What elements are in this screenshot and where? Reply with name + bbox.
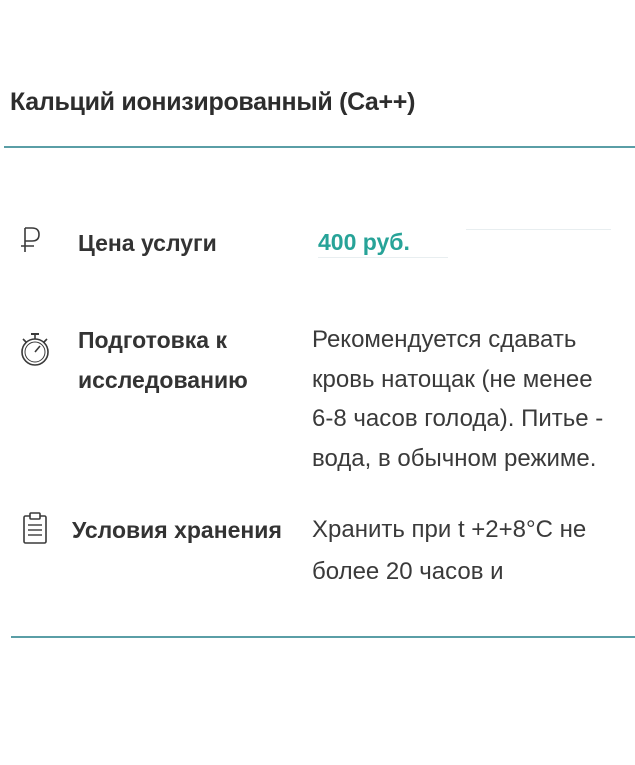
storage-value-line-2: более 20 часов и: [312, 558, 504, 585]
preparation-value-line-3: 6-8 часов голода). Питье -: [312, 405, 604, 432]
price-label: Цена услуги: [78, 230, 217, 256]
stopwatch-icon: [21, 333, 49, 366]
price-value: 400 руб.: [318, 229, 410, 255]
page-title: Кальций ионизированный (Ca++): [10, 88, 416, 116]
storage-label: Условия хранения: [72, 517, 282, 543]
preparation-label-line-1: Подготовка к: [78, 327, 227, 353]
preparation-value-line-2: кровь натощак (не менее: [312, 366, 593, 393]
price-decor-line: [466, 229, 611, 230]
top-divider: [4, 146, 635, 148]
bottom-divider: [11, 636, 635, 638]
storage-value-line-1: Хранить при t +2+8°С не: [312, 516, 587, 543]
price-underline: [318, 257, 448, 258]
clipboard-icon: [23, 512, 47, 544]
preparation-label-line-2: исследованию: [78, 367, 248, 393]
preparation-value-line-1: Рекомендуется сдавать: [312, 326, 577, 353]
ruble-icon: [21, 227, 40, 252]
preparation-value-line-4: вода, в обычном режиме.: [312, 445, 597, 472]
